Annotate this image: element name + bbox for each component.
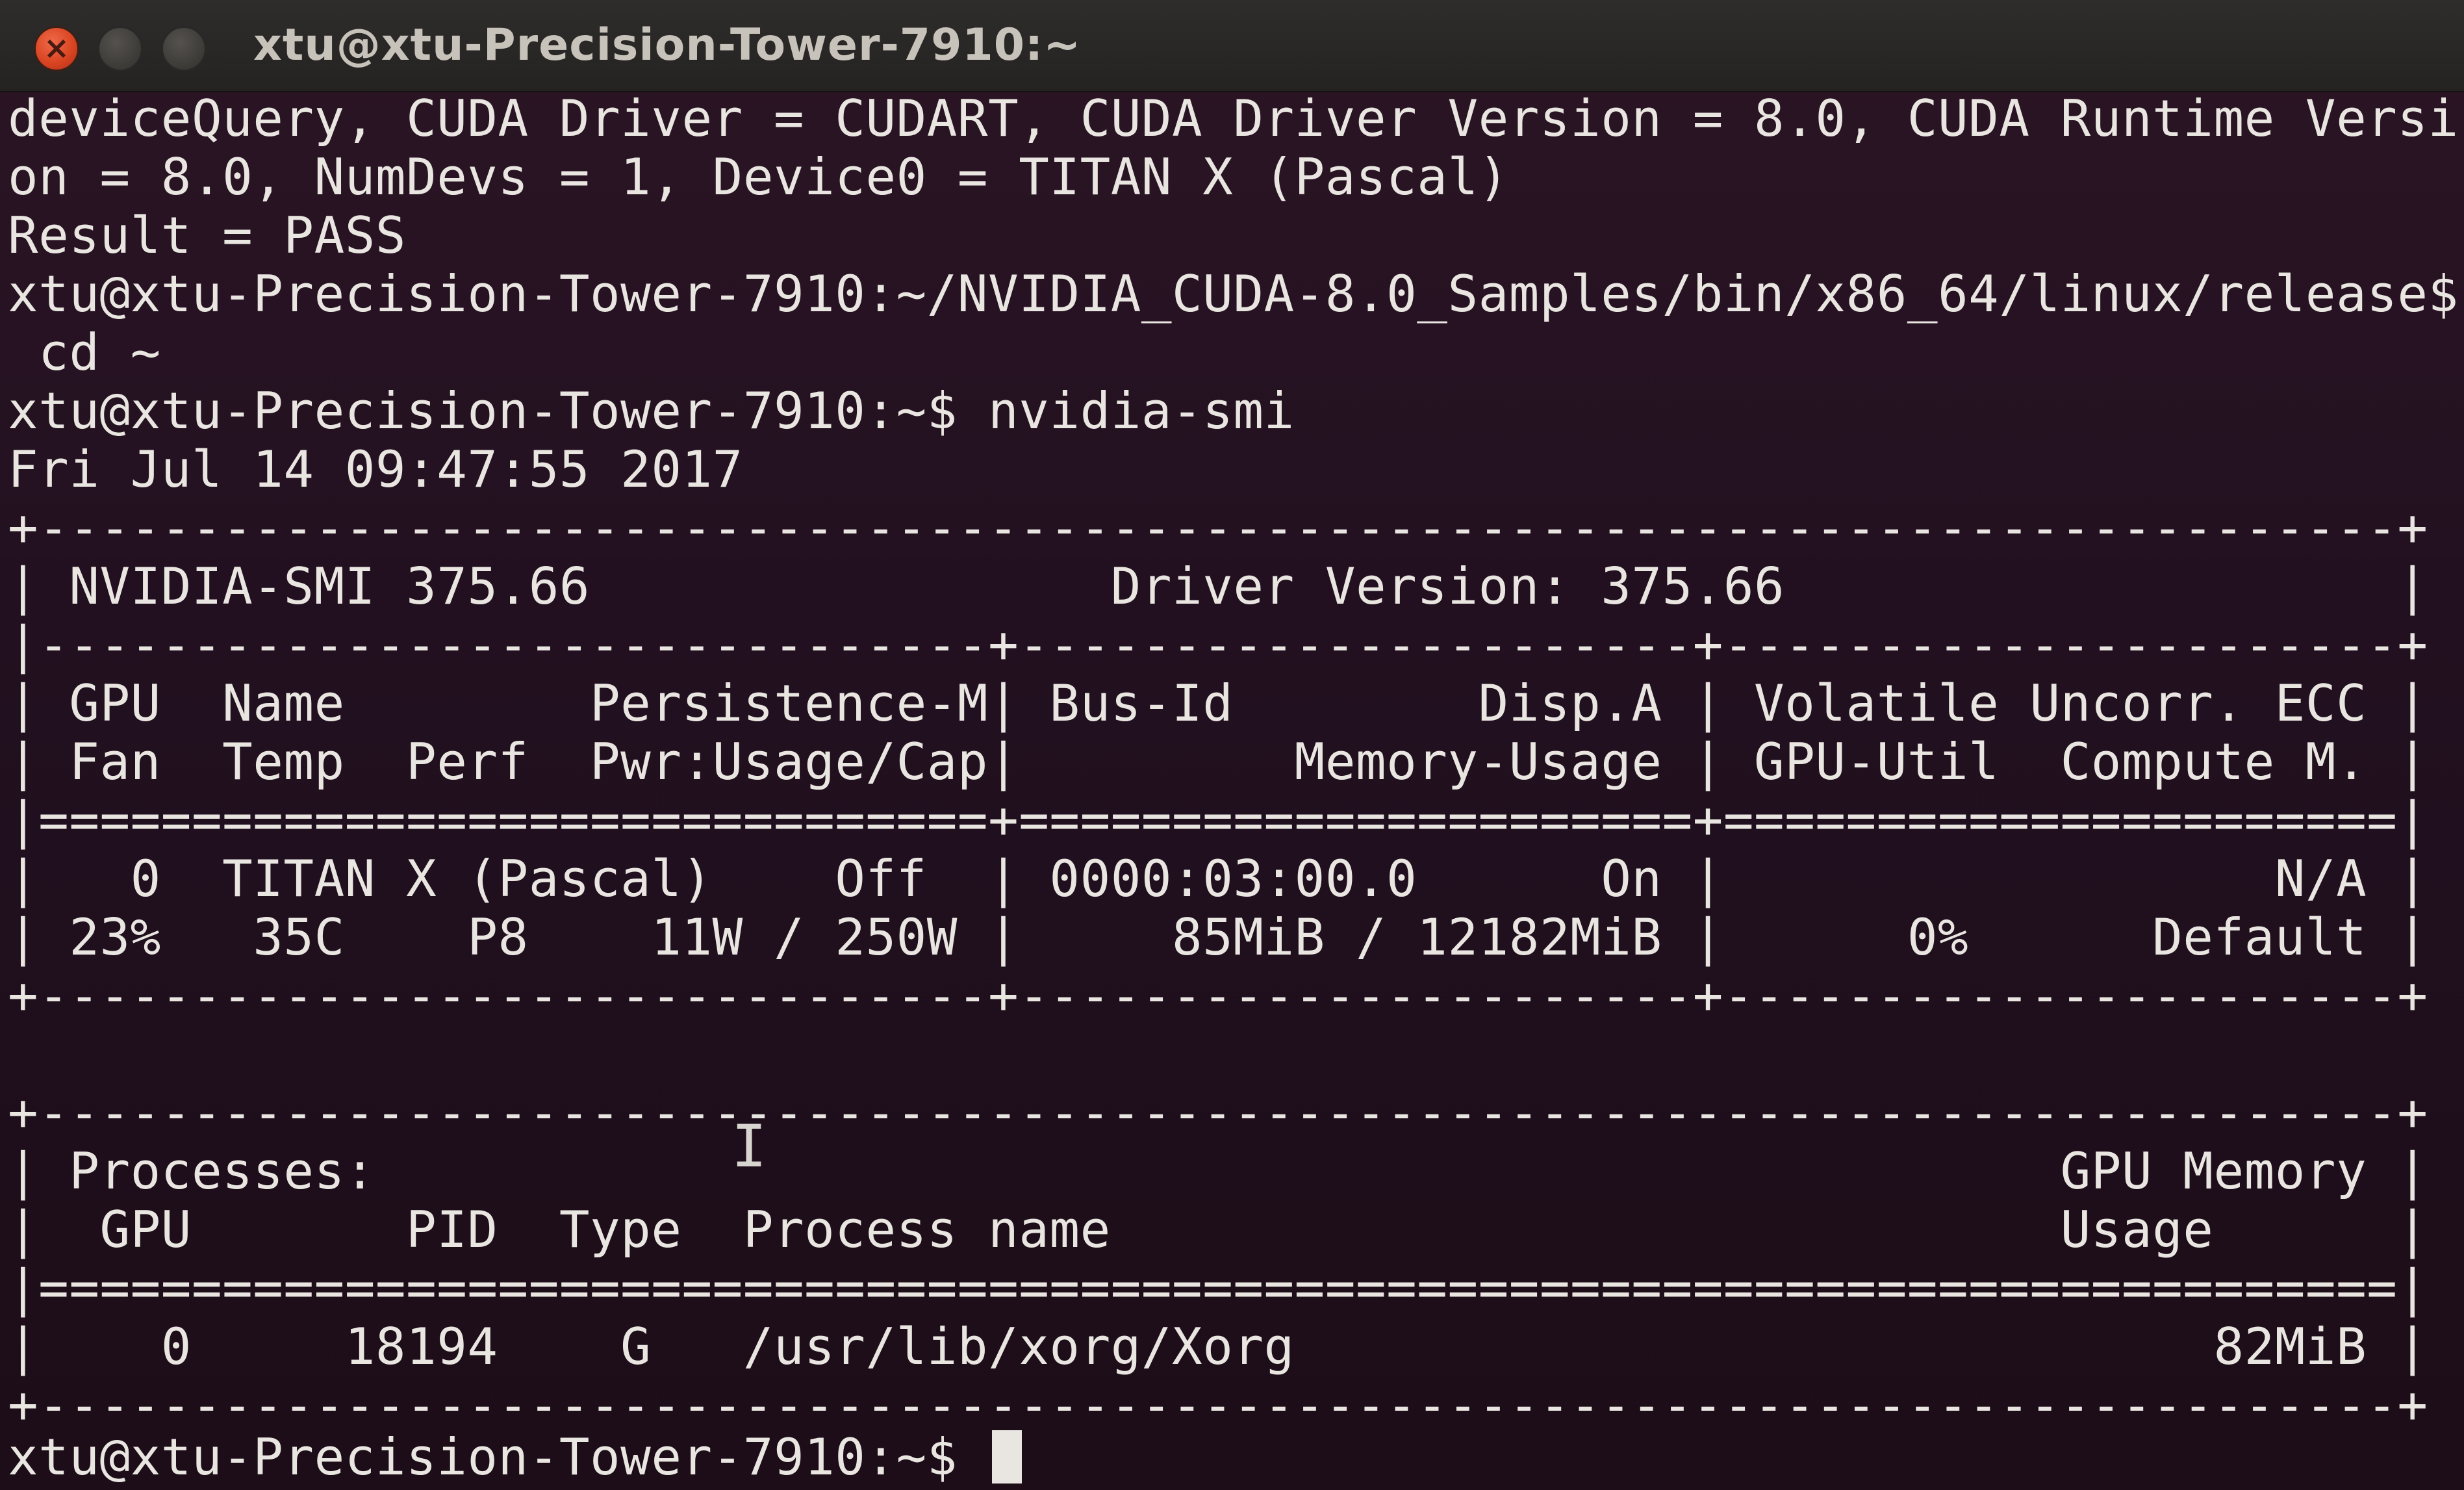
title-bar[interactable]: × xtu@xtu-Precision-Tower-7910:~ — [0, 0, 2464, 92]
text-cursor — [992, 1430, 1022, 1484]
terminal-line: xtu@xtu-Precision-Tower-7910:~/NVIDIA_CU… — [8, 265, 2457, 324]
terminal-line: | NVIDIA-SMI 375.66 Driver Version: 375.… — [8, 558, 2428, 616]
terminal-line: deviceQuery, CUDA Driver = CUDART, CUDA … — [8, 90, 2457, 148]
terminal-line: | 0 TITAN X (Pascal) Off | 0000:03:00.0 … — [8, 850, 2428, 908]
terminal-line: +---------------------------------------… — [8, 1376, 2428, 1435]
minimize-button[interactable] — [97, 26, 143, 71]
maximize-button[interactable] — [161, 26, 207, 71]
terminal-line: | GPU Name Persistence-M| Bus-Id Disp.A … — [8, 674, 2428, 733]
terminal-line: |-------------------------------+-------… — [8, 616, 2428, 674]
window-title: xtu@xtu-Precision-Tower-7910:~ — [253, 19, 1082, 71]
terminal-line: xtu@xtu-Precision-Tower-7910:~$ nvidia-s… — [8, 382, 1295, 441]
terminal-line: |=======================================… — [8, 1259, 2428, 1318]
terminal-window: × xtu@xtu-Precision-Tower-7910:~ deviceQ… — [0, 0, 2464, 1490]
terminal-line: | Processes: GPU Memory | — [8, 1142, 2428, 1201]
terminal-line: +-------------------------------+-------… — [8, 967, 2428, 1025]
terminal-line: Fri Jul 14 09:47:55 2017 — [8, 441, 743, 499]
mouse-ibeam-icon: I — [731, 1112, 767, 1181]
terminal-line: +---------------------------------------… — [8, 1084, 2428, 1142]
prompt-line[interactable]: xtu@xtu-Precision-Tower-7910:~$ — [8, 1428, 1022, 1487]
terminal-line: Result = PASS — [8, 207, 407, 265]
terminal-output[interactable]: deviceQuery, CUDA Driver = CUDART, CUDA … — [8, 90, 2457, 1487]
close-icon: × — [43, 30, 70, 66]
terminal-line: | 0 18194 G /usr/lib/xorg/Xorg 82MiB | — [8, 1318, 2428, 1376]
shell-prompt: xtu@xtu-Precision-Tower-7910:~$ — [8, 1428, 989, 1487]
terminal-line: on = 8.0, NumDevs = 1, Device0 = TITAN X… — [8, 148, 1509, 207]
terminal-line: +---------------------------------------… — [8, 499, 2428, 558]
terminal-line: | GPU PID Type Process name Usage | — [8, 1201, 2428, 1259]
terminal-line: | 23% 35C P8 11W / 250W | 85MiB / 12182M… — [8, 908, 2428, 967]
terminal-line: | Fan Temp Perf Pwr:Usage/Cap| Memory-Us… — [8, 733, 2428, 791]
terminal-line: cd ~ — [8, 324, 161, 382]
close-button[interactable]: × — [34, 26, 79, 71]
terminal-line: |===============================+=======… — [8, 791, 2428, 850]
